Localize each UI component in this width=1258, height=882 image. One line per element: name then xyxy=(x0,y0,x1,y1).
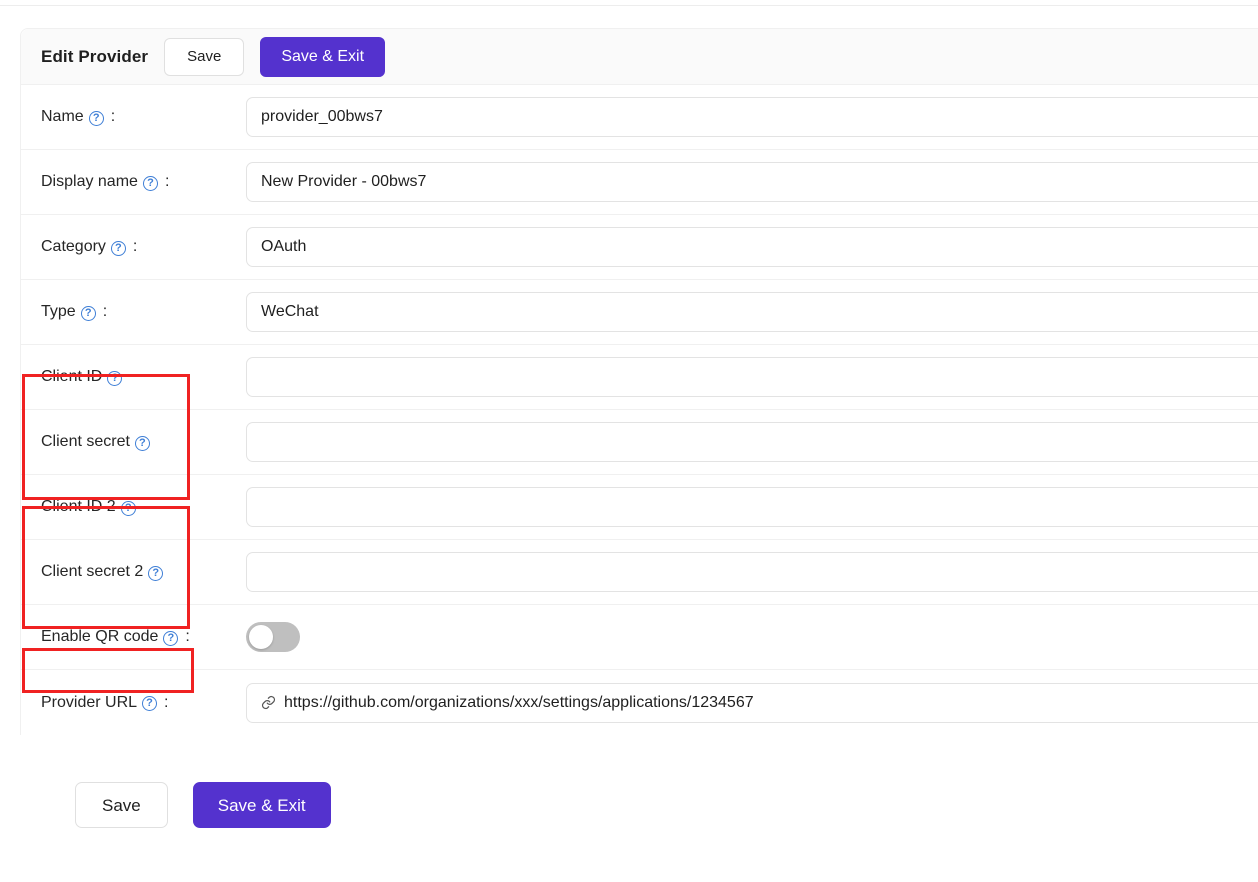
label-colon: : xyxy=(103,303,107,321)
label-colon: : xyxy=(164,694,168,712)
input-type[interactable] xyxy=(246,292,1258,332)
help-icon[interactable]: ? xyxy=(81,306,96,321)
label-colon: : xyxy=(185,628,189,646)
help-icon[interactable]: ? xyxy=(135,436,150,451)
input-client-id[interactable] xyxy=(246,357,1258,397)
form-row: Client secret? xyxy=(21,410,1258,475)
help-icon[interactable]: ? xyxy=(148,566,163,581)
form-row-field xyxy=(246,552,1258,592)
form-row-label: Client ID 2? xyxy=(21,498,246,516)
form-row: Client ID 2? xyxy=(21,475,1258,540)
form-row-label: Name?: xyxy=(21,108,246,126)
input-client-id-2[interactable] xyxy=(246,487,1258,527)
card-header: Edit Provider Save Save & Exit xyxy=(21,29,1258,85)
form-row: Name?: xyxy=(21,85,1258,150)
form-row: Client secret 2? xyxy=(21,540,1258,605)
input-client-secret[interactable] xyxy=(246,422,1258,462)
form-row-label: Enable QR code?: xyxy=(21,628,246,646)
input-name[interactable] xyxy=(246,97,1258,137)
footer-actions: Save Save & Exit xyxy=(75,782,331,828)
input-display-name[interactable] xyxy=(246,162,1258,202)
form-row-field xyxy=(246,162,1258,202)
form-row-label: Client ID? xyxy=(21,368,246,386)
label-text: Enable QR code xyxy=(41,628,158,646)
help-icon[interactable]: ? xyxy=(89,111,104,126)
label-colon: : xyxy=(133,238,137,256)
label-text: Client secret xyxy=(41,433,130,451)
provider-url-input[interactable]: https://github.com/organizations/xxx/set… xyxy=(246,683,1258,723)
form-row-field: https://github.com/organizations/xxx/set… xyxy=(246,683,1258,723)
label-text: Client ID 2 xyxy=(41,498,116,516)
page-title: Edit Provider xyxy=(41,47,148,67)
form-row: Provider URL?: https://github.com/organiz… xyxy=(21,670,1258,735)
form-row: Type?: xyxy=(21,280,1258,345)
form-row-label: Display name?: xyxy=(21,173,246,191)
help-icon[interactable]: ? xyxy=(107,371,122,386)
label-text: Provider URL xyxy=(41,694,137,712)
form-row: Category?: xyxy=(21,215,1258,280)
form-row-field xyxy=(246,487,1258,527)
help-icon[interactable]: ? xyxy=(142,696,157,711)
label-text: Type xyxy=(41,303,76,321)
page-root: Edit Provider Save Save & Exit Name?:Dis… xyxy=(0,0,1258,882)
form-row-field xyxy=(246,357,1258,397)
help-icon[interactable]: ? xyxy=(121,501,136,516)
form-row-label: Provider URL?: xyxy=(21,694,246,712)
link-icon xyxy=(261,695,276,710)
form-row: Display name?: xyxy=(21,150,1258,215)
form-row-field xyxy=(246,97,1258,137)
form-row-field xyxy=(246,292,1258,332)
input-category[interactable] xyxy=(246,227,1258,267)
label-colon: : xyxy=(165,173,169,191)
help-icon[interactable]: ? xyxy=(163,631,178,646)
header-save-button[interactable]: Save xyxy=(164,38,244,76)
footer-save-button[interactable]: Save xyxy=(75,782,168,828)
toggle-knob xyxy=(249,625,273,649)
label-text: Display name xyxy=(41,173,138,191)
form-row-field xyxy=(246,622,1258,652)
provider-form: Name?:Display name?:Category?:Type?:Clie… xyxy=(21,85,1258,735)
form-row-label: Client secret? xyxy=(21,433,246,451)
edit-provider-card: Edit Provider Save Save & Exit Name?:Dis… xyxy=(20,28,1258,735)
help-icon[interactable]: ? xyxy=(111,241,126,256)
form-row: Enable QR code?: xyxy=(21,605,1258,670)
form-row-field xyxy=(246,422,1258,462)
label-text: Client ID xyxy=(41,368,102,386)
label-text: Category xyxy=(41,238,106,256)
label-text: Name xyxy=(41,108,84,126)
input-client-secret-2[interactable] xyxy=(246,552,1258,592)
header-save-exit-button[interactable]: Save & Exit xyxy=(260,37,385,77)
form-row-label: Type?: xyxy=(21,303,246,321)
provider-url-value: https://github.com/organizations/xxx/set… xyxy=(284,694,754,712)
label-text: Client secret 2 xyxy=(41,563,143,581)
form-row-field xyxy=(246,227,1258,267)
help-icon[interactable]: ? xyxy=(143,176,158,191)
label-colon: : xyxy=(111,108,115,126)
form-row-label: Category?: xyxy=(21,238,246,256)
footer-save-exit-button[interactable]: Save & Exit xyxy=(193,782,331,828)
enable-qr-code-toggle[interactable] xyxy=(246,622,300,652)
top-strip xyxy=(0,0,1258,6)
form-row: Client ID? xyxy=(21,345,1258,410)
form-row-label: Client secret 2? xyxy=(21,563,246,581)
